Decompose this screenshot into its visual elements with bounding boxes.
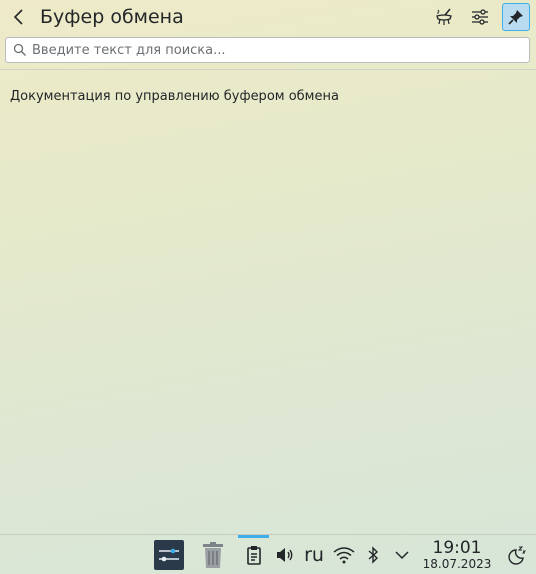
search-icon bbox=[13, 43, 26, 56]
clock-date: 18.07.2023 bbox=[422, 557, 492, 571]
clipboard-icon bbox=[247, 546, 261, 565]
broom-clear-icon bbox=[436, 8, 452, 25]
configure-button[interactable] bbox=[466, 3, 494, 31]
search-input[interactable] bbox=[32, 39, 522, 61]
language-indicator: ru bbox=[304, 544, 324, 566]
pin-button[interactable] bbox=[502, 3, 530, 31]
clipboard-help-link[interactable]: Документация по управлению буфером обмен… bbox=[10, 89, 339, 104]
header-divider bbox=[0, 69, 536, 70]
sliders-app-icon bbox=[154, 540, 184, 570]
taskbar-night-mode[interactable] bbox=[506, 544, 528, 566]
taskbar: ru 19:01 18.07.2023 bbox=[0, 534, 536, 574]
taskbar-bluetooth[interactable] bbox=[364, 544, 382, 566]
trash-icon bbox=[203, 542, 223, 568]
taskbar-keyboard-layout[interactable]: ru bbox=[300, 542, 328, 568]
clock-time: 19:01 bbox=[432, 538, 482, 558]
taskbar-volume[interactable] bbox=[274, 544, 296, 566]
speaker-icon bbox=[277, 548, 293, 562]
chevron-left-icon bbox=[13, 9, 23, 25]
taskbar-clipboard[interactable] bbox=[244, 544, 264, 566]
search-field[interactable] bbox=[5, 37, 530, 63]
active-item-indicator bbox=[238, 535, 269, 538]
moon-sleep-icon bbox=[508, 546, 527, 565]
tray-expander-button[interactable] bbox=[392, 544, 412, 566]
taskbar-trash[interactable] bbox=[200, 540, 226, 570]
taskbar-network[interactable] bbox=[332, 544, 356, 566]
bluetooth-icon bbox=[368, 546, 379, 564]
pin-icon bbox=[508, 10, 523, 25]
taskbar-system-settings[interactable] bbox=[154, 540, 184, 570]
popup-header: Буфер обмена bbox=[0, 0, 536, 34]
clear-history-button[interactable] bbox=[430, 3, 458, 31]
wifi-icon bbox=[333, 547, 355, 564]
back-button[interactable] bbox=[6, 4, 32, 30]
sliders-icon bbox=[472, 9, 488, 25]
page-title: Буфер обмена bbox=[40, 6, 184, 28]
chevron-down-icon bbox=[395, 551, 409, 560]
